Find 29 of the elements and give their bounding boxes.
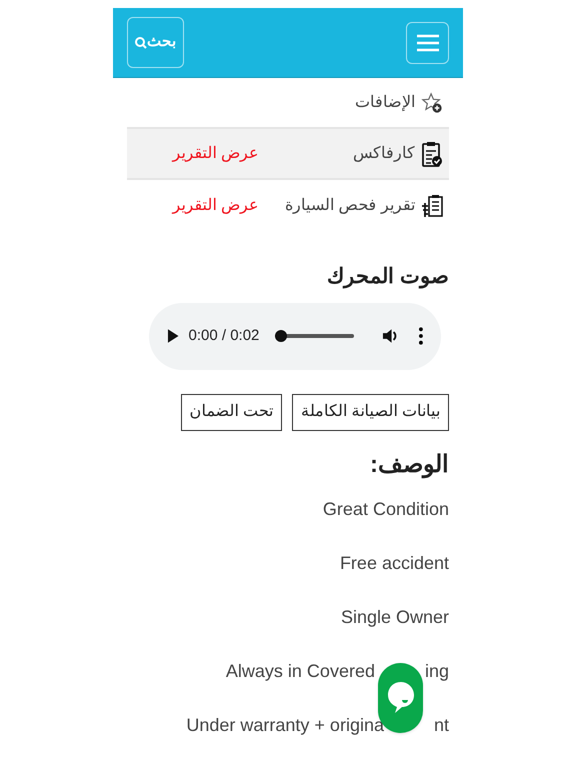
description-line: Under warranty + origina — [186, 714, 384, 737]
tag-button[interactable]: بيانات الصيانة الكاملة — [292, 394, 449, 430]
view-report-link[interactable]: عرض التقرير — [172, 142, 259, 166]
report-title: كارفاكس — [352, 144, 415, 164]
menu-icon — [416, 34, 438, 52]
star-plus-icon — [421, 92, 443, 114]
report-title: الإضافات — [354, 92, 415, 113]
play-icon[interactable] — [167, 329, 178, 343]
description-line: Great Condition — [322, 498, 449, 521]
search-button[interactable]: بحث — [127, 17, 184, 68]
progress-slider[interactable] — [275, 330, 354, 342]
clipboard-list-icon — [421, 194, 443, 218]
description-line: Always in Covered — [226, 660, 375, 683]
description-line: ing — [424, 660, 449, 683]
description-line: Single Owner — [340, 606, 449, 629]
tag-button[interactable]: تحت الضمان — [180, 394, 282, 430]
time-text: 0:00 / 0:02 — [188, 326, 260, 346]
chat-bubble-icon — [386, 681, 414, 715]
more-icon[interactable] — [419, 327, 423, 345]
description-title: الوصف: — [369, 450, 449, 480]
description-line: nt — [434, 714, 449, 737]
search-icon — [135, 36, 147, 48]
section-title: صوت المحرك — [326, 264, 449, 290]
report-title: تقرير فحص السيارة — [285, 196, 415, 216]
progress-thumb[interactable] — [275, 330, 288, 342]
description-line: Free accident — [340, 552, 449, 575]
volume-icon[interactable] — [382, 327, 400, 345]
clipboard-check-icon — [421, 140, 443, 168]
view-report-link[interactable]: عرض التقرير — [172, 194, 259, 218]
